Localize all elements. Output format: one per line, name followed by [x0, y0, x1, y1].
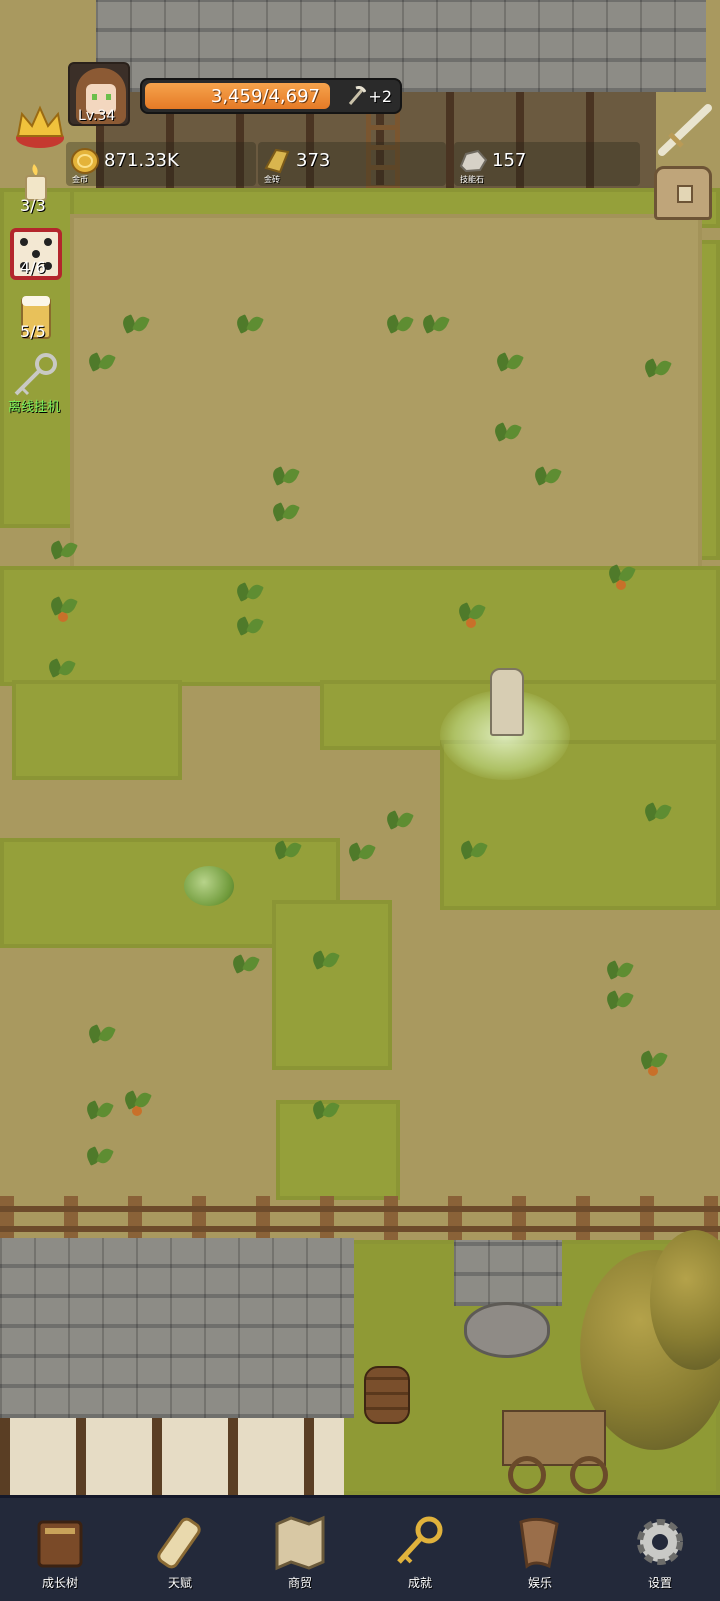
book-icon [37, 1520, 83, 1568]
water-well[interactable] [464, 1302, 550, 1358]
sprout[interactable] [422, 310, 448, 334]
carrot-sprout[interactable] [50, 592, 76, 622]
sprout[interactable] [86, 1142, 112, 1166]
cabbage[interactable] [184, 866, 234, 906]
crown-icon[interactable] [12, 100, 68, 152]
cart-wheel [508, 1456, 546, 1494]
hud: Lv.34 3,459/4,697 +2 871.33K 金币 373 金砖 1… [0, 0, 720, 200]
sprout[interactable] [644, 798, 670, 822]
avatar-eye [106, 94, 111, 100]
sprout[interactable] [606, 986, 632, 1010]
sprout[interactable] [386, 310, 412, 334]
grass-bottom-column [276, 1100, 400, 1200]
carrot-sprout[interactable] [458, 598, 484, 628]
nav-talent[interactable]: 天赋 [120, 1498, 240, 1601]
dice-count: 4/6 [20, 258, 46, 277]
skill-stone-value: 157 [492, 150, 527, 171]
gold-bar-value: 373 [296, 150, 331, 171]
gold-bar-resource[interactable]: 373 金砖 [258, 142, 446, 186]
xp-bonus: +2 [368, 87, 392, 106]
sprout[interactable] [386, 806, 412, 830]
sprout[interactable] [122, 310, 148, 334]
sprout[interactable] [272, 498, 298, 522]
gold-bar-label: 金砖 [264, 175, 280, 184]
sprout[interactable] [272, 462, 298, 486]
candle-count: 3/3 [20, 196, 46, 215]
skill-stone-icon [459, 149, 488, 173]
nav-label: 娱乐 [527, 1576, 552, 1590]
beer-button[interactable]: 5/5 [8, 292, 64, 348]
carrot-sprout[interactable] [608, 560, 634, 590]
carrot-sprout[interactable] [640, 1046, 666, 1076]
sprout[interactable] [236, 310, 262, 334]
sprout[interactable] [86, 1096, 112, 1120]
avatar-eye [92, 94, 97, 100]
nav-label: 成长树 [41, 1576, 78, 1590]
sprout[interactable] [496, 348, 522, 372]
idle-button[interactable]: 离线挂机 [8, 352, 64, 416]
sprout[interactable] [232, 950, 258, 974]
sword-icon[interactable] [656, 100, 716, 158]
nav-label: 天赋 [167, 1576, 192, 1590]
beer-count: 5/5 [20, 322, 46, 341]
sprout[interactable] [534, 462, 560, 486]
bottom-building-roof [0, 1238, 354, 1418]
nav-label: 成就 [407, 1576, 432, 1590]
scroll-icon [157, 1517, 201, 1569]
gold-coin-label: 金币 [72, 175, 88, 184]
sprout[interactable] [236, 578, 262, 602]
sprout[interactable] [88, 1020, 114, 1044]
game-world[interactable] [0, 0, 720, 1495]
well-roof [454, 1240, 562, 1306]
nav-label: 设置 [647, 1576, 672, 1590]
golden-key-icon [397, 1516, 443, 1564]
grass-mid-band [0, 566, 720, 686]
sprout[interactable] [88, 348, 114, 372]
gold-coin-value: 871.33K [104, 150, 179, 171]
barrel [364, 1366, 410, 1424]
dirt-field-upper [70, 214, 702, 570]
skill-stone-resource[interactable]: 157 技能石 [454, 142, 640, 186]
carrot-sprout[interactable] [124, 1086, 150, 1116]
dice-button[interactable]: 4/6 [8, 228, 64, 284]
gear-icon [637, 1519, 683, 1565]
gravestone[interactable] [490, 668, 524, 736]
parchment-icon [519, 1517, 559, 1569]
sprout[interactable] [48, 654, 74, 678]
nav-trade[interactable]: 商贸 [240, 1498, 360, 1601]
nav-label: 商贸 [287, 1576, 312, 1590]
sprout[interactable] [312, 946, 338, 970]
treasure-chest-icon[interactable] [654, 166, 712, 220]
nav-achievement[interactable]: 成就 [360, 1498, 480, 1601]
cart-wheel [570, 1456, 608, 1494]
grass-left-patch [12, 680, 182, 780]
sprout[interactable] [494, 418, 520, 442]
nav-settings[interactable]: 设置 [600, 1498, 720, 1601]
sprout[interactable] [50, 536, 76, 560]
gold-bar-icon [264, 148, 290, 174]
xp-bar: 3,459/4,697 +2 [140, 78, 402, 114]
map-icon [275, 1515, 325, 1571]
gold-coin-resource[interactable]: 871.33K 金币 [66, 142, 256, 186]
bottom-building-wall [0, 1418, 344, 1495]
idle-label: 离线挂机 [8, 400, 61, 415]
gold-coin-icon [71, 148, 99, 174]
pickaxe-icon [348, 86, 366, 105]
key-icon [14, 353, 57, 396]
bottom-nav: 成长树 天赋 商贸 成就 娱乐 设置 [0, 1495, 720, 1601]
sprout[interactable] [606, 956, 632, 980]
player-level: Lv.34 [78, 108, 116, 124]
sprout[interactable] [274, 836, 300, 860]
sprout[interactable] [236, 612, 262, 636]
sprout[interactable] [312, 1096, 338, 1120]
sprout[interactable] [348, 838, 374, 862]
sprout[interactable] [644, 354, 670, 378]
skill-stone-label: 技能石 [460, 175, 484, 184]
candle-button[interactable]: 3/3 [8, 160, 64, 218]
grass-lower-column [272, 900, 392, 1070]
nav-entertainment[interactable]: 娱乐 [480, 1498, 600, 1601]
sprout[interactable] [460, 836, 486, 860]
nav-growth-tree[interactable]: 成长树 [0, 1498, 120, 1601]
xp-text: 3,459/4,697 [210, 86, 320, 107]
